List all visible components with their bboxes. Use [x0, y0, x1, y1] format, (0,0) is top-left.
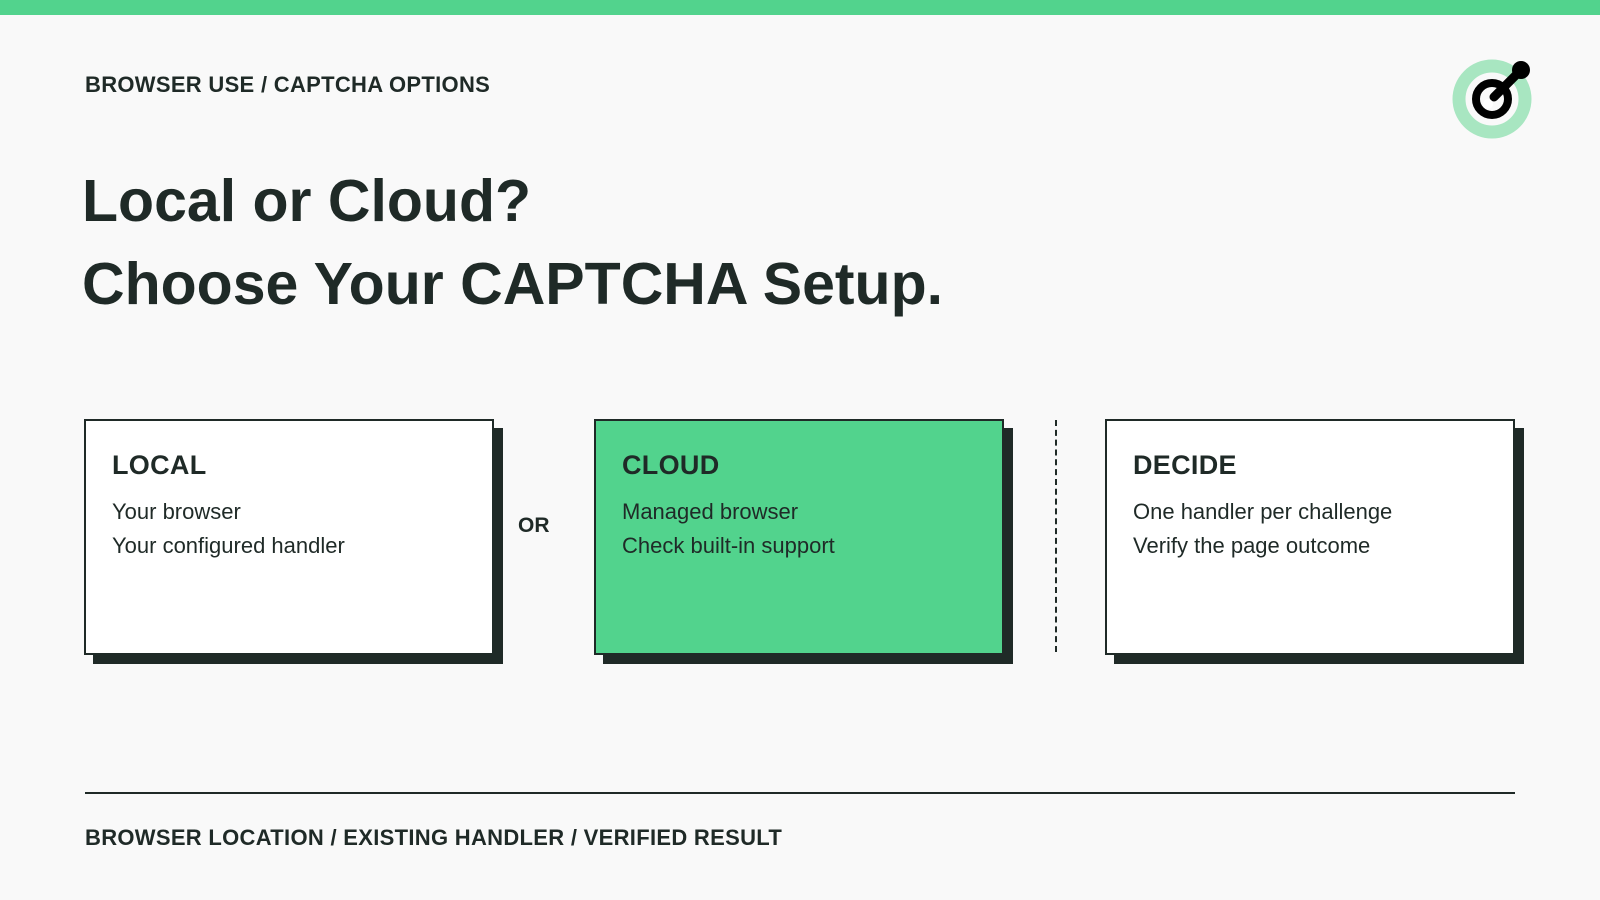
local-option-card: LOCAL Your browser Your configured handl… [84, 419, 494, 655]
footer-text: BROWSER LOCATION / EXISTING HANDLER / VE… [85, 825, 783, 850]
decide-card: DECIDE One handler per challenge Verify … [1105, 419, 1515, 655]
card-line: Managed browser [622, 499, 799, 524]
card-line: Your configured handler [112, 533, 345, 558]
card-line: Check built-in support [622, 533, 835, 558]
footer-divider [85, 792, 1515, 794]
card-title: CLOUD [622, 450, 720, 480]
cloud-option-card: CLOUD Managed browser Check built-in sup… [594, 419, 1004, 655]
card-title: LOCAL [112, 450, 207, 480]
page-title-line-2: Choose Your CAPTCHA Setup. [82, 251, 944, 317]
top-accent-bar [0, 0, 1600, 15]
card-line: Verify the page outcome [1133, 533, 1371, 558]
page-title-line-1: Local or Cloud? [82, 168, 532, 234]
page-title: Local or Cloud? Choose Your CAPTCHA Setu… [82, 160, 943, 326]
browser-use-logo-icon [1452, 55, 1540, 143]
card-line: One handler per challenge [1133, 499, 1393, 524]
card-line: Your browser [112, 499, 241, 524]
breadcrumb: BROWSER USE / CAPTCHA OPTIONS [85, 72, 491, 97]
dashed-divider [1055, 420, 1057, 652]
or-separator-label: OR [518, 514, 550, 537]
card-title: DECIDE [1133, 450, 1237, 480]
